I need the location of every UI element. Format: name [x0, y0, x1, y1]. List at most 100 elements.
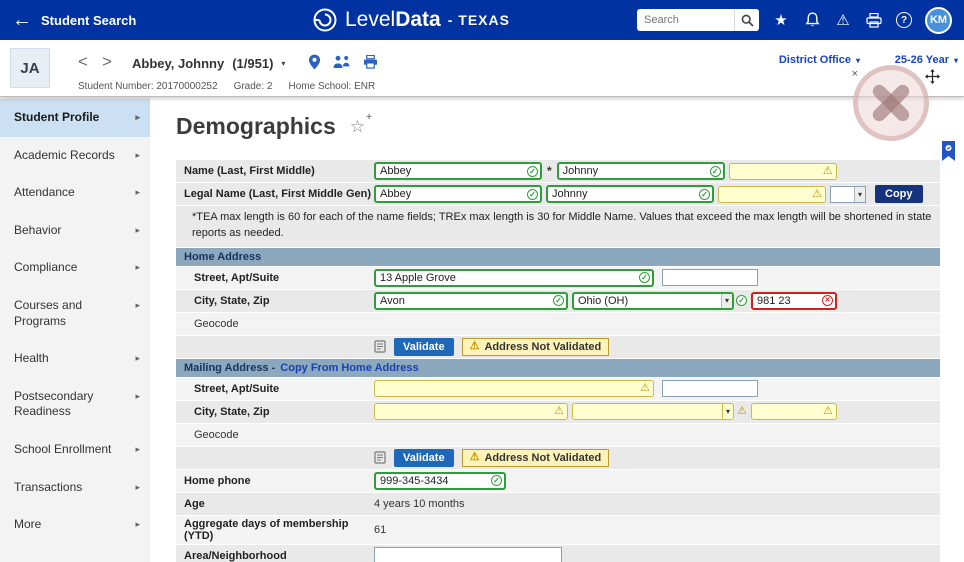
area-input[interactable] [374, 547, 562, 562]
chevron-right-icon: ▸ [135, 443, 140, 454]
demographics-form: Name (Last, First Middle) ✓ * ✓ ⚠ [176, 160, 940, 562]
move-icon[interactable] [925, 69, 940, 84]
name-first-input[interactable] [556, 162, 725, 180]
name-middle-input[interactable] [728, 162, 837, 180]
previous-student-button[interactable]: < [78, 52, 88, 72]
sidebar-item-health[interactable]: Health ▸ [0, 340, 150, 378]
sidebar-item-label: Attendance [14, 185, 75, 200]
validate-mailing-address-button[interactable]: Validate [394, 448, 454, 467]
collapse-icon[interactable]: × [852, 68, 858, 80]
back-arrow-icon: ← [12, 9, 32, 31]
chevron-right-icon: ▸ [135, 149, 140, 160]
tea-note: *TEA max length is 60 for each of the na… [176, 206, 940, 247]
sidebar-item-label: Transactions [14, 479, 83, 494]
top-bar: ← Student Search Level Data - TEXAS ★ ⚠ [0, 0, 964, 40]
home-street-field: ✓ [374, 268, 654, 287]
help-icon[interactable]: ? [896, 12, 912, 28]
sidebar: Student Profile ▸ Academic Records ▸ Atten… [0, 97, 150, 562]
validate-home-address-button[interactable]: Validate [394, 337, 454, 356]
notifications-bell-icon[interactable] [803, 12, 821, 28]
sidebar-item-school-enrollment[interactable]: School Enrollment ▸ [0, 431, 150, 469]
chevron-down-icon: ▾ [281, 59, 286, 68]
address-doc-icon [374, 340, 386, 353]
sidebar-item-behavior[interactable]: Behavior ▸ [0, 212, 150, 250]
legal-middle-input[interactable] [718, 185, 826, 203]
sidebar-item-student-profile[interactable]: Student Profile ▸ [0, 99, 150, 137]
sidebar-item-label: Student Profile [14, 110, 100, 124]
mailing-city-field: ⚠ [374, 403, 568, 421]
bookmark-icon[interactable] [941, 141, 956, 161]
sidebar-item-compliance[interactable]: Compliance ▸ [0, 249, 150, 287]
back-button[interactable]: ← Student Search [12, 10, 136, 30]
copy-name-button[interactable]: Copy [875, 185, 923, 203]
district-office-selector[interactable]: District Office ▾ [779, 54, 860, 66]
legal-gen-select[interactable]: ▾ [830, 185, 866, 203]
mailing-street-input[interactable] [374, 380, 654, 398]
legal-last-input[interactable] [374, 185, 542, 203]
chevron-right-icon: ▸ [135, 187, 140, 198]
sidebar-item-more[interactable]: More ▸ [0, 506, 150, 544]
copy-from-home-address-link[interactable]: Copy From Home Address [280, 362, 418, 374]
search-icon[interactable] [734, 9, 759, 31]
chevron-down-icon: ▾ [720, 293, 732, 308]
home-zip-input[interactable] [751, 291, 837, 310]
name-label: Name (Last, First Middle) [184, 165, 315, 177]
name-last-field: ✓ [374, 162, 542, 180]
area-row: Area/Neighborhood [176, 544, 940, 562]
name-middle-field: ⚠ [728, 162, 837, 180]
map-pin-icon[interactable] [308, 54, 321, 70]
chevron-right-icon: ▸ [135, 481, 140, 492]
warning-icon: ⚠ [737, 405, 747, 418]
alerts-warning-icon[interactable]: ⚠ [834, 13, 852, 28]
school-year-selector[interactable]: 25-26 Year ▾ [895, 54, 958, 66]
sidebar-item-courses-and-programs[interactable]: Courses and Programs ▸ [0, 287, 150, 340]
home-address-status-badge: ⚠ Address Not Validated [461, 337, 610, 356]
mailing-zip-input[interactable] [750, 403, 837, 421]
close-stamp-icon[interactable] [853, 65, 929, 141]
mailing-address-title: Mailing Address - [184, 361, 276, 374]
brand-level: Level [345, 8, 396, 31]
chevron-right-icon: ▸ [135, 353, 140, 364]
mailing-zip-field: ⚠ [750, 403, 837, 421]
legal-middle-field: ⚠ [718, 185, 826, 203]
global-search [637, 9, 759, 31]
print-icon[interactable] [865, 12, 883, 28]
sidebar-item-postsecondary-readiness[interactable]: Postsecondary Readiness ▸ [0, 378, 150, 431]
content: Student Profile ▸ Academic Records ▸ Atten… [0, 97, 964, 562]
mailing-apt-input[interactable] [662, 380, 758, 398]
favorite-page-icon[interactable]: ☆ + [350, 113, 372, 136]
chevron-right-icon: ▸ [135, 299, 140, 310]
student-transfer-icon[interactable] [333, 55, 351, 69]
mailing-state-select[interactable]: ▾ [572, 403, 734, 421]
home-city-input[interactable] [374, 291, 568, 310]
student-grade: Grade: 2 [233, 81, 273, 92]
student-selector[interactable]: Abbey, Johnny (1/951) ▾ [132, 56, 285, 71]
home-validate-row: Validate ⚠ Address Not Validated [176, 335, 940, 358]
home-state-select[interactable]: Ohio (OH) ▾ [572, 291, 734, 310]
next-student-button[interactable]: > [102, 52, 112, 72]
student-meta: Student Number: 20170000252 Grade: 2 Hom… [78, 81, 375, 92]
user-avatar[interactable]: KM [925, 6, 952, 34]
home-street-row: Street, Apt/Suite ✓ [176, 266, 940, 289]
adm-label: Aggregate days of membership (YTD) [184, 517, 349, 542]
print-student-icon[interactable] [363, 55, 378, 69]
student-toolbar [308, 54, 378, 70]
sidebar-item-attendance[interactable]: Attendance ▸ [0, 174, 150, 212]
home-phone-input[interactable] [374, 471, 506, 490]
legal-first-input[interactable] [546, 185, 714, 203]
home-phone-row: Home phone ✓ [176, 469, 940, 492]
area-label: Area/Neighborhood [184, 549, 287, 562]
sidebar-item-academic-records[interactable]: Academic Records ▸ [0, 137, 150, 175]
search-input[interactable] [637, 14, 734, 26]
home-street-label: Street, Apt/Suite [194, 271, 280, 284]
name-last-input[interactable] [374, 162, 542, 180]
home-street-input[interactable] [374, 268, 654, 287]
required-asterisk: * [547, 164, 552, 178]
sidebar-item-label: More [14, 517, 42, 532]
chevron-down-icon: ▾ [953, 55, 958, 65]
home-apt-input[interactable] [662, 269, 758, 287]
favorites-star-icon[interactable]: ★ [772, 13, 790, 28]
sidebar-item-transactions[interactable]: Transactions ▸ [0, 469, 150, 507]
mailing-city-input[interactable] [374, 403, 568, 421]
main-panel: Demographics ☆ + Name (Last, First Middle… [150, 97, 964, 562]
